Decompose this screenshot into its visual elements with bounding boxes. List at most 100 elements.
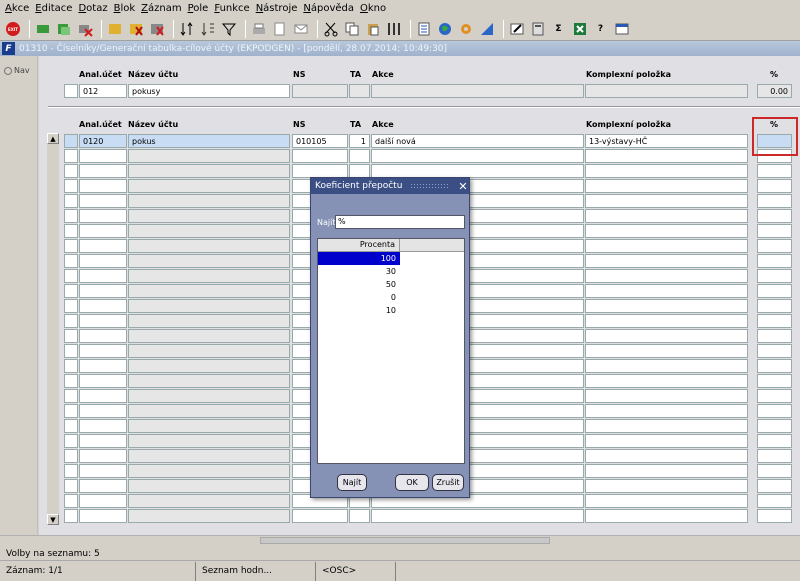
empty-cell[interactable]: [585, 209, 748, 223]
vertical-scrollbar[interactable]: ▲ ▼: [47, 133, 59, 525]
empty-cell[interactable]: [128, 419, 290, 433]
exit-icon[interactable]: EXIT: [4, 20, 21, 37]
empty-cell[interactable]: [79, 254, 127, 268]
empty-cell[interactable]: [757, 419, 792, 433]
empty-cell[interactable]: [128, 389, 290, 403]
row-selector[interactable]: [64, 194, 78, 208]
empty-cell[interactable]: [79, 239, 127, 253]
row-selector[interactable]: [64, 329, 78, 343]
list-item[interactable]: 50: [318, 278, 400, 291]
field-akce[interactable]: další nová: [371, 134, 584, 148]
empty-cell[interactable]: [585, 224, 748, 238]
empty-cell[interactable]: [585, 329, 748, 343]
triangle-icon[interactable]: [478, 20, 495, 37]
cut-icon[interactable]: [322, 20, 339, 37]
empty-cell[interactable]: [585, 359, 748, 373]
row-selector[interactable]: [64, 134, 78, 148]
empty-cell[interactable]: [757, 434, 792, 448]
empty-cell[interactable]: [128, 194, 290, 208]
empty-cell[interactable]: [79, 329, 127, 343]
row-selector[interactable]: [64, 449, 78, 463]
empty-cell[interactable]: [757, 164, 792, 178]
empty-cell[interactable]: [128, 269, 290, 283]
empty-cell[interactable]: [79, 299, 127, 313]
row-selector[interactable]: [64, 509, 78, 523]
empty-cell[interactable]: [757, 374, 792, 388]
empty-cell[interactable]: [585, 374, 748, 388]
query-cancel-icon[interactable]: [148, 20, 165, 37]
empty-cell[interactable]: [585, 404, 748, 418]
empty-cell[interactable]: [757, 284, 792, 298]
field-anal-ucet[interactable]: 0120: [79, 134, 127, 148]
menu-blok[interactable]: Blok: [111, 3, 139, 14]
row-selector[interactable]: [64, 209, 78, 223]
empty-cell[interactable]: [79, 449, 127, 463]
empty-cell[interactable]: [128, 149, 290, 163]
empty-cell[interactable]: [585, 344, 748, 358]
empty-cell[interactable]: [757, 389, 792, 403]
find-button[interactable]: Najít: [337, 474, 367, 491]
menu-okno[interactable]: Okno: [357, 3, 389, 14]
empty-cell[interactable]: [79, 314, 127, 328]
row-selector[interactable]: [64, 179, 78, 193]
menu-napoveda[interactable]: Nápověda: [300, 3, 357, 14]
empty-cell[interactable]: [757, 209, 792, 223]
empty-cell[interactable]: [585, 194, 748, 208]
list-item[interactable]: 100: [318, 252, 400, 265]
empty-cell[interactable]: [128, 449, 290, 463]
help-icon[interactable]: ?: [592, 20, 609, 37]
row-selector[interactable]: [64, 224, 78, 238]
empty-cell[interactable]: [79, 344, 127, 358]
empty-cell[interactable]: [79, 434, 127, 448]
empty-cell[interactable]: [292, 509, 348, 523]
field-ta[interactable]: 1: [349, 134, 370, 148]
row-selector[interactable]: [64, 344, 78, 358]
empty-cell[interactable]: [585, 149, 748, 163]
horizontal-scrollbar[interactable]: [0, 535, 800, 545]
calculator-icon[interactable]: [529, 20, 546, 37]
empty-cell[interactable]: [585, 479, 748, 493]
empty-cell[interactable]: [757, 464, 792, 478]
empty-cell[interactable]: [585, 269, 748, 283]
menu-nastroje[interactable]: Nástroje: [253, 3, 301, 14]
empty-cell[interactable]: [79, 389, 127, 403]
empty-cell[interactable]: [292, 164, 348, 178]
empty-cell[interactable]: [757, 344, 792, 358]
row-selector[interactable]: [64, 239, 78, 253]
empty-cell[interactable]: [292, 149, 348, 163]
field-nazev-uctu[interactable]: pokusy: [128, 84, 290, 98]
empty-cell[interactable]: [757, 269, 792, 283]
empty-cell[interactable]: [128, 179, 290, 193]
empty-cell[interactable]: [757, 479, 792, 493]
globe-icon[interactable]: [436, 20, 453, 37]
empty-cell[interactable]: [757, 509, 792, 523]
find-input[interactable]: %: [335, 215, 465, 229]
empty-cell[interactable]: [79, 284, 127, 298]
empty-cell[interactable]: [757, 299, 792, 313]
empty-cell[interactable]: [128, 239, 290, 253]
edit-icon[interactable]: [508, 20, 525, 37]
filter-icon[interactable]: [220, 20, 237, 37]
empty-cell[interactable]: [371, 164, 584, 178]
empty-cell[interactable]: [79, 374, 127, 388]
empty-cell[interactable]: [757, 239, 792, 253]
empty-cell[interactable]: [79, 359, 127, 373]
field-komplexni-polozka[interactable]: [585, 84, 748, 98]
row-selector[interactable]: [64, 479, 78, 493]
row-selector[interactable]: [64, 419, 78, 433]
empty-cell[interactable]: [128, 404, 290, 418]
empty-cell[interactable]: [757, 179, 792, 193]
empty-cell[interactable]: [128, 224, 290, 238]
row-selector[interactable]: [64, 149, 78, 163]
value-list[interactable]: Procenta 100 30 50 0 10: [317, 238, 465, 464]
empty-cell[interactable]: [371, 149, 584, 163]
row-selector[interactable]: [64, 404, 78, 418]
row-selector[interactable]: [64, 269, 78, 283]
columns-icon[interactable]: [385, 20, 402, 37]
menu-akce[interactable]: Akce: [2, 3, 32, 14]
empty-cell[interactable]: [757, 359, 792, 373]
empty-cell[interactable]: [128, 509, 290, 523]
empty-cell[interactable]: [349, 149, 370, 163]
empty-cell[interactable]: [585, 509, 748, 523]
row-selector[interactable]: [64, 494, 78, 508]
